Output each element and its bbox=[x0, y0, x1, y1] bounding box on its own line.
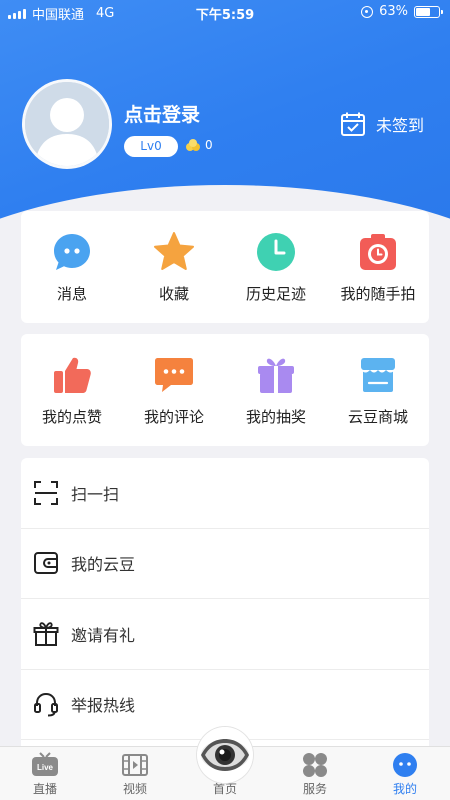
avatar[interactable] bbox=[22, 79, 112, 169]
live-badge-text: Live bbox=[37, 763, 54, 772]
tab-services[interactable]: 服务 bbox=[270, 747, 360, 800]
quick-action-label: 消息 bbox=[56, 285, 87, 303]
level-badge: Lv0 bbox=[124, 136, 178, 157]
gift-icon bbox=[258, 358, 294, 393]
comment-icon bbox=[155, 358, 193, 392]
menu-item-label: 举报热线 bbox=[71, 696, 136, 716]
menu-item-label: 扫一扫 bbox=[71, 484, 120, 504]
quick-actions-card: 消息 收藏 历史足迹 我的随手拍 bbox=[21, 211, 429, 323]
headset-icon bbox=[34, 693, 58, 717]
message-icon bbox=[54, 234, 90, 270]
menu-item-label: 我的云豆 bbox=[71, 555, 136, 575]
calendar-check-icon bbox=[341, 112, 365, 136]
film-icon bbox=[122, 754, 148, 776]
menu-item-beans[interactable]: 我的云豆 bbox=[21, 529, 429, 599]
tab-label: 直播 bbox=[32, 782, 57, 796]
signin-button[interactable]: 未签到 bbox=[340, 111, 424, 137]
quick-action-label: 我的随手拍 bbox=[340, 285, 416, 303]
rotation-lock-icon bbox=[361, 5, 374, 18]
status-bar: 中国联通 4G 下午5:59 63% bbox=[0, 0, 450, 24]
activity-label: 我的点赞 bbox=[41, 408, 102, 426]
tab-label: 服务 bbox=[302, 782, 327, 796]
quick-action-label: 历史足迹 bbox=[245, 285, 306, 303]
status-right: 63% bbox=[361, 4, 443, 19]
camera-icon bbox=[360, 234, 396, 270]
home-logo-button[interactable] bbox=[197, 727, 253, 783]
shop-icon bbox=[361, 358, 395, 392]
quick-action-snapshots[interactable]: 我的随手拍 bbox=[327, 211, 429, 323]
thumbs-up-icon bbox=[54, 357, 91, 393]
activity-shop[interactable]: 云豆商城 bbox=[327, 334, 429, 446]
star-icon bbox=[154, 232, 194, 270]
menu-item-invite[interactable]: 邀请有礼 bbox=[21, 599, 429, 670]
login-link[interactable]: 点击登录 bbox=[124, 100, 200, 127]
quick-action-messages[interactable]: 消息 bbox=[21, 211, 123, 323]
eye-logo-icon bbox=[197, 727, 253, 783]
bean-icon bbox=[186, 139, 200, 151]
live-tv-icon: Live bbox=[32, 752, 58, 776]
quick-action-favorites[interactable]: 收藏 bbox=[123, 211, 225, 323]
menu-list: 扫一扫 我的云豆 邀请有礼 举报热线 bbox=[21, 458, 429, 748]
activity-label: 我的抽奖 bbox=[245, 408, 306, 426]
tab-profile[interactable]: 我的 bbox=[360, 747, 450, 800]
battery-icon bbox=[414, 5, 443, 18]
activity-lottery[interactable]: 我的抽奖 bbox=[225, 334, 327, 446]
activity-label: 云豆商城 bbox=[347, 408, 408, 426]
quick-action-label: 收藏 bbox=[158, 285, 189, 303]
tab-video[interactable]: 视频 bbox=[90, 747, 180, 800]
signin-label: 未签到 bbox=[376, 116, 425, 135]
activity-label: 我的评论 bbox=[143, 408, 204, 426]
wallet-icon bbox=[34, 552, 58, 575]
default-avatar-icon bbox=[25, 82, 109, 166]
activity-card: 我的点赞 我的评论 我的抽奖 云豆商城 bbox=[21, 334, 429, 446]
tab-live[interactable]: Live 直播 bbox=[0, 747, 90, 800]
battery-percent: 63% bbox=[379, 4, 408, 19]
tab-label: 视频 bbox=[122, 782, 147, 796]
bean-count: 0 bbox=[184, 138, 213, 152]
bean-value: 0 bbox=[205, 138, 213, 152]
activity-comments[interactable]: 我的评论 bbox=[123, 334, 225, 446]
menu-item-label: 邀请有礼 bbox=[71, 625, 136, 645]
clock-icon bbox=[257, 233, 295, 271]
gift-outline-icon bbox=[33, 622, 59, 646]
services-icon bbox=[303, 753, 327, 777]
scan-icon bbox=[34, 480, 58, 505]
activity-likes[interactable]: 我的点赞 bbox=[21, 334, 123, 446]
menu-item-scan[interactable]: 扫一扫 bbox=[21, 458, 429, 529]
quick-action-history[interactable]: 历史足迹 bbox=[225, 211, 327, 323]
tab-label: 我的 bbox=[392, 782, 417, 796]
profile-icon bbox=[393, 753, 417, 777]
